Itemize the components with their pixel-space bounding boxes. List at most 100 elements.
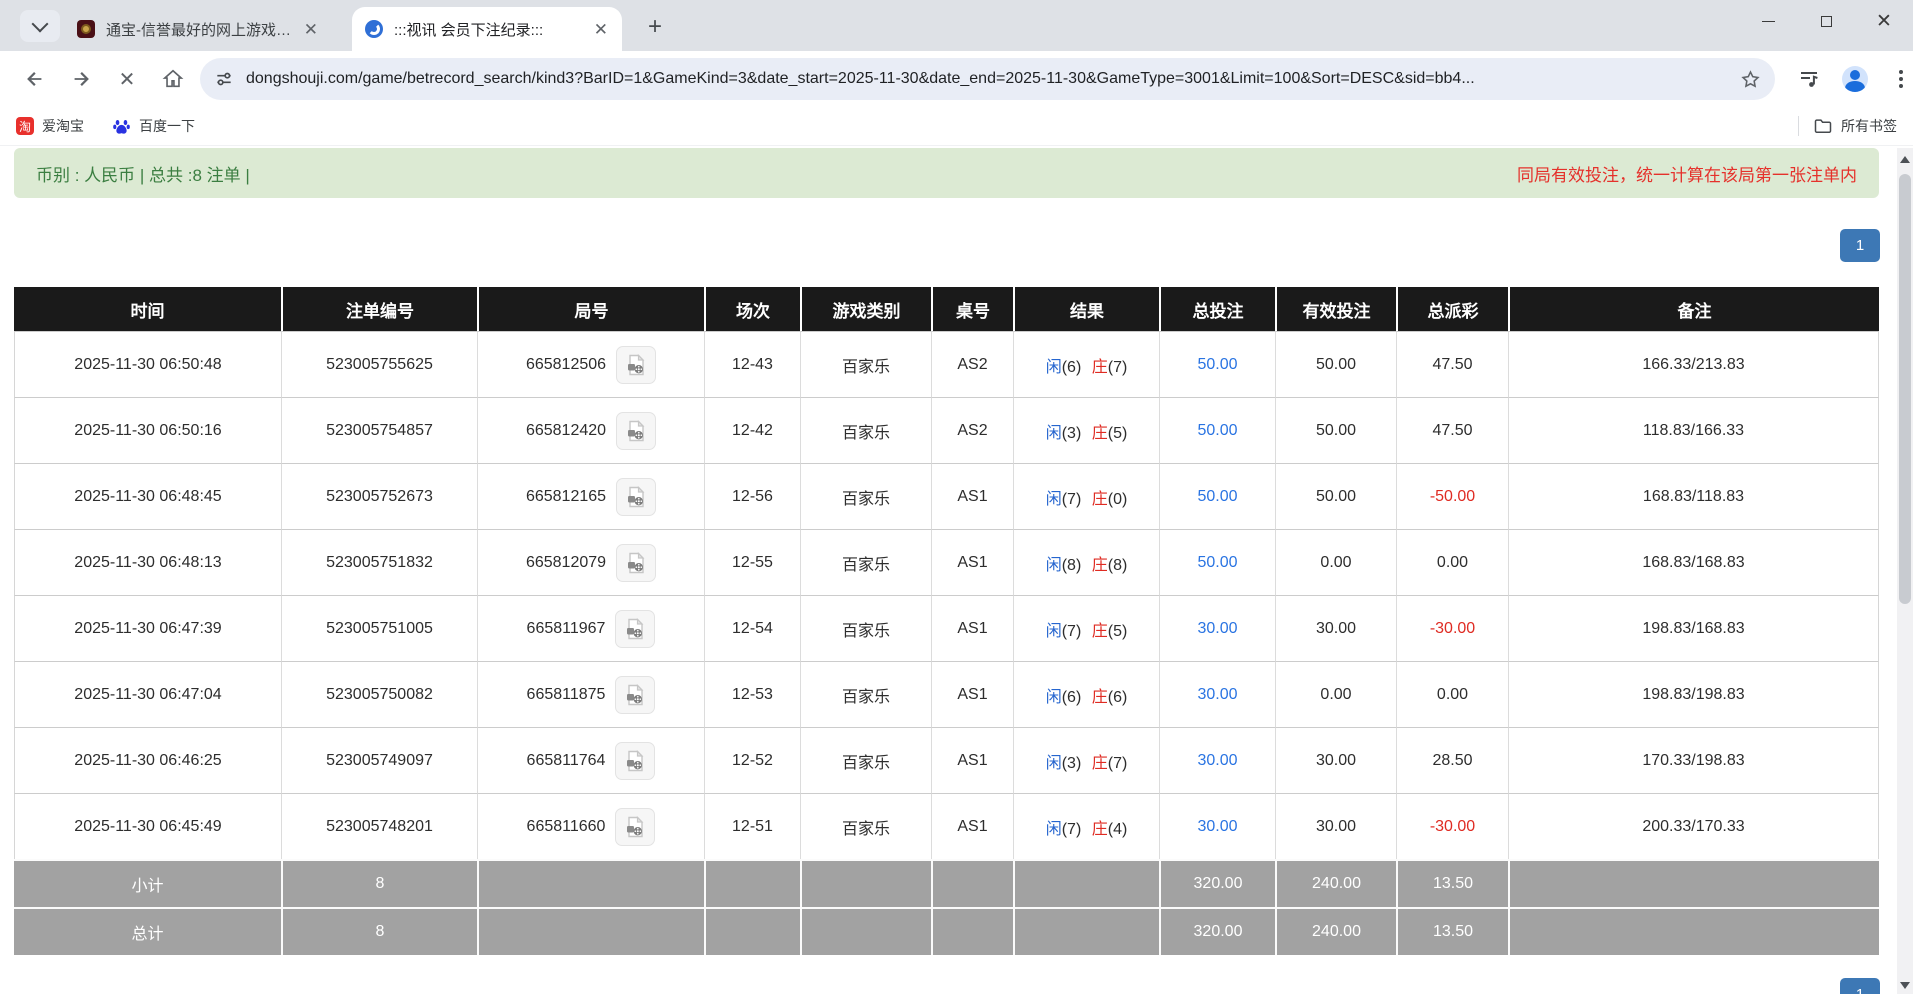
forward-button[interactable]	[60, 58, 102, 100]
round-number: 665811764	[527, 752, 606, 770]
cell-table-no: AS2	[931, 397, 1013, 463]
header-game-type: 游戏类别	[800, 287, 931, 331]
pagination-page-1-bottom[interactable]: 1	[1840, 978, 1880, 994]
cell-session: 12-54	[704, 595, 800, 661]
stop-button[interactable]: ✕	[106, 58, 148, 100]
browser-menu-button[interactable]	[1880, 58, 1913, 100]
video-replay-icon	[624, 419, 648, 443]
cell-total-bet[interactable]: 30.00	[1159, 595, 1275, 661]
video-replay-button[interactable]	[615, 808, 655, 846]
subtotal-count: 8	[281, 859, 477, 907]
cell-table-no: AS1	[931, 595, 1013, 661]
cell-result: 闲(6) 庄(6)	[1013, 661, 1159, 727]
user-avatar-icon	[1842, 66, 1868, 92]
window-controls: ✕	[1739, 0, 1913, 42]
total-total-bet: 320.00	[1159, 907, 1275, 955]
cell-game-type: 百家乐	[800, 529, 931, 595]
total-label: 总计	[14, 907, 281, 955]
cell-time: 2025-11-30 06:50:16	[14, 397, 281, 463]
page-scrollbar[interactable]	[1897, 148, 1913, 994]
cell-game-type: 百家乐	[800, 595, 931, 661]
pagination-page-1-top[interactable]: 1	[1840, 229, 1880, 262]
header-remark: 备注	[1508, 287, 1879, 331]
video-replay-button[interactable]	[615, 610, 655, 648]
all-bookmarks-button[interactable]: 所有书签	[1813, 116, 1897, 136]
new-tab-button[interactable]: +	[640, 12, 670, 42]
browser-toolbar: ✕ dongshouji.com/game/betrecord_search/k…	[0, 51, 1913, 107]
table-row: 2025-11-30 06:48:45 523005752673 6658121…	[14, 463, 1879, 529]
subtotal-valid-bet: 240.00	[1275, 859, 1396, 907]
video-replay-icon	[624, 551, 648, 575]
scrollbar-thumb[interactable]	[1899, 174, 1911, 604]
cell-remark: 170.33/198.83	[1508, 727, 1879, 793]
tab-close-icon[interactable]: ✕	[592, 19, 610, 40]
close-icon: ✕	[1876, 12, 1892, 31]
cell-payout: 47.50	[1396, 397, 1508, 463]
cell-table-no: AS1	[931, 793, 1013, 859]
cell-time: 2025-11-30 06:50:48	[14, 331, 281, 397]
cell-remark: 168.83/118.83	[1508, 463, 1879, 529]
cell-total-bet[interactable]: 30.00	[1159, 793, 1275, 859]
tab-close-icon[interactable]: ✕	[302, 19, 320, 40]
total-count: 8	[281, 907, 477, 955]
cell-total-bet[interactable]: 50.00	[1159, 331, 1275, 397]
banker-result: 庄	[1092, 425, 1108, 442]
url-text[interactable]: dongshouji.com/game/betrecord_search/kin…	[246, 70, 1728, 88]
chevron-down-icon	[32, 16, 49, 33]
cell-valid-bet: 0.00	[1275, 529, 1396, 595]
video-replay-button[interactable]	[616, 412, 656, 450]
player-result: 闲	[1046, 359, 1062, 376]
scroll-up-button[interactable]	[1897, 150, 1913, 168]
cell-payout: 0.00	[1396, 661, 1508, 727]
cell-bet-id: 523005751832	[281, 529, 477, 595]
tab-1[interactable]: 通宝-信誉最好的网上游戏平台 ✕	[64, 7, 332, 51]
header-bet-id: 注单编号	[281, 287, 477, 331]
video-replay-button[interactable]	[616, 478, 656, 516]
cell-session: 12-52	[704, 727, 800, 793]
tab-2-active[interactable]: :::视讯 会员下注纪录::: ✕	[352, 7, 622, 51]
player-result: 闲	[1046, 623, 1062, 640]
video-replay-button[interactable]	[615, 742, 655, 780]
cell-time: 2025-11-30 06:46:25	[14, 727, 281, 793]
maximize-icon	[1821, 16, 1832, 27]
casino-chip-icon	[76, 19, 96, 39]
subtotal-payout: 13.50	[1396, 859, 1508, 907]
url-bar[interactable]: dongshouji.com/game/betrecord_search/kin…	[200, 58, 1775, 100]
cell-total-bet[interactable]: 30.00	[1159, 727, 1275, 793]
video-replay-button[interactable]	[616, 346, 656, 384]
video-replay-button[interactable]	[615, 676, 655, 714]
cell-valid-bet: 0.00	[1275, 661, 1396, 727]
cell-total-bet[interactable]: 50.00	[1159, 397, 1275, 463]
bookmark-aitaobao[interactable]: 淘 爱淘宝	[16, 116, 84, 136]
close-button[interactable]: ✕	[1855, 0, 1913, 42]
cell-bet-id: 523005751005	[281, 595, 477, 661]
cell-time: 2025-11-30 06:48:13	[14, 529, 281, 595]
cell-valid-bet: 50.00	[1275, 331, 1396, 397]
cell-total-bet[interactable]: 30.00	[1159, 661, 1275, 727]
profile-avatar[interactable]	[1834, 58, 1876, 100]
minimize-icon	[1762, 21, 1775, 22]
cell-payout: 47.50	[1396, 331, 1508, 397]
site-settings-icon	[214, 69, 234, 89]
maximize-button[interactable]	[1797, 0, 1855, 42]
player-result: 闲	[1046, 821, 1062, 838]
video-replay-icon	[623, 749, 647, 773]
bookmark-star-icon[interactable]	[1740, 69, 1761, 90]
tab-search-button[interactable]	[20, 10, 60, 42]
back-icon	[24, 68, 46, 90]
table-row: 2025-11-30 06:48:13 523005751832 6658120…	[14, 529, 1879, 595]
cell-round: 665811660	[477, 793, 704, 859]
cell-bet-id: 523005749097	[281, 727, 477, 793]
cell-total-bet[interactable]: 50.00	[1159, 529, 1275, 595]
scroll-down-button[interactable]	[1897, 976, 1913, 994]
home-button[interactable]	[152, 58, 194, 100]
media-controls-button[interactable]	[1788, 58, 1830, 100]
cell-round: 665811875	[477, 661, 704, 727]
back-button[interactable]	[14, 58, 56, 100]
cell-result: 闲(8) 庄(8)	[1013, 529, 1159, 595]
video-replay-button[interactable]	[616, 544, 656, 582]
bookmark-baidu[interactable]: 百度一下	[112, 116, 195, 136]
cell-valid-bet: 50.00	[1275, 397, 1396, 463]
minimize-button[interactable]	[1739, 0, 1797, 42]
cell-total-bet[interactable]: 50.00	[1159, 463, 1275, 529]
